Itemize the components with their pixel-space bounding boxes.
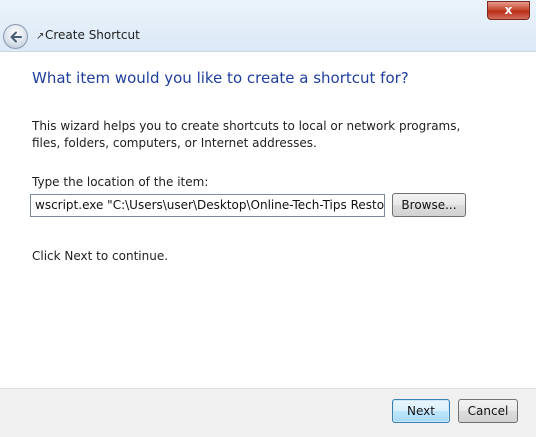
- back-arrow-icon: [10, 31, 22, 43]
- location-label: Type the location of the item:: [32, 175, 209, 189]
- back-button[interactable]: [3, 24, 28, 49]
- next-button[interactable]: Next: [392, 399, 450, 423]
- window-title: Create Shortcut: [45, 28, 140, 42]
- page-heading: What item would you like to create a sho…: [32, 69, 409, 87]
- wizard-footer: [0, 388, 536, 437]
- close-button[interactable]: x: [487, 1, 530, 20]
- location-input[interactable]: wscript.exe "C:\Users\user\Desktop\Onlin…: [30, 194, 385, 217]
- continue-instruction: Click Next to continue.: [32, 249, 169, 263]
- shortcut-arrow-icon: ↗: [36, 31, 45, 42]
- cancel-button[interactable]: Cancel: [458, 399, 518, 423]
- browse-button[interactable]: Browse...: [392, 193, 466, 217]
- title-bar: x ↗ Create Shortcut: [0, 0, 536, 52]
- close-icon: x: [504, 3, 513, 17]
- wizard-description: This wizard helps you to create shortcut…: [32, 119, 461, 150]
